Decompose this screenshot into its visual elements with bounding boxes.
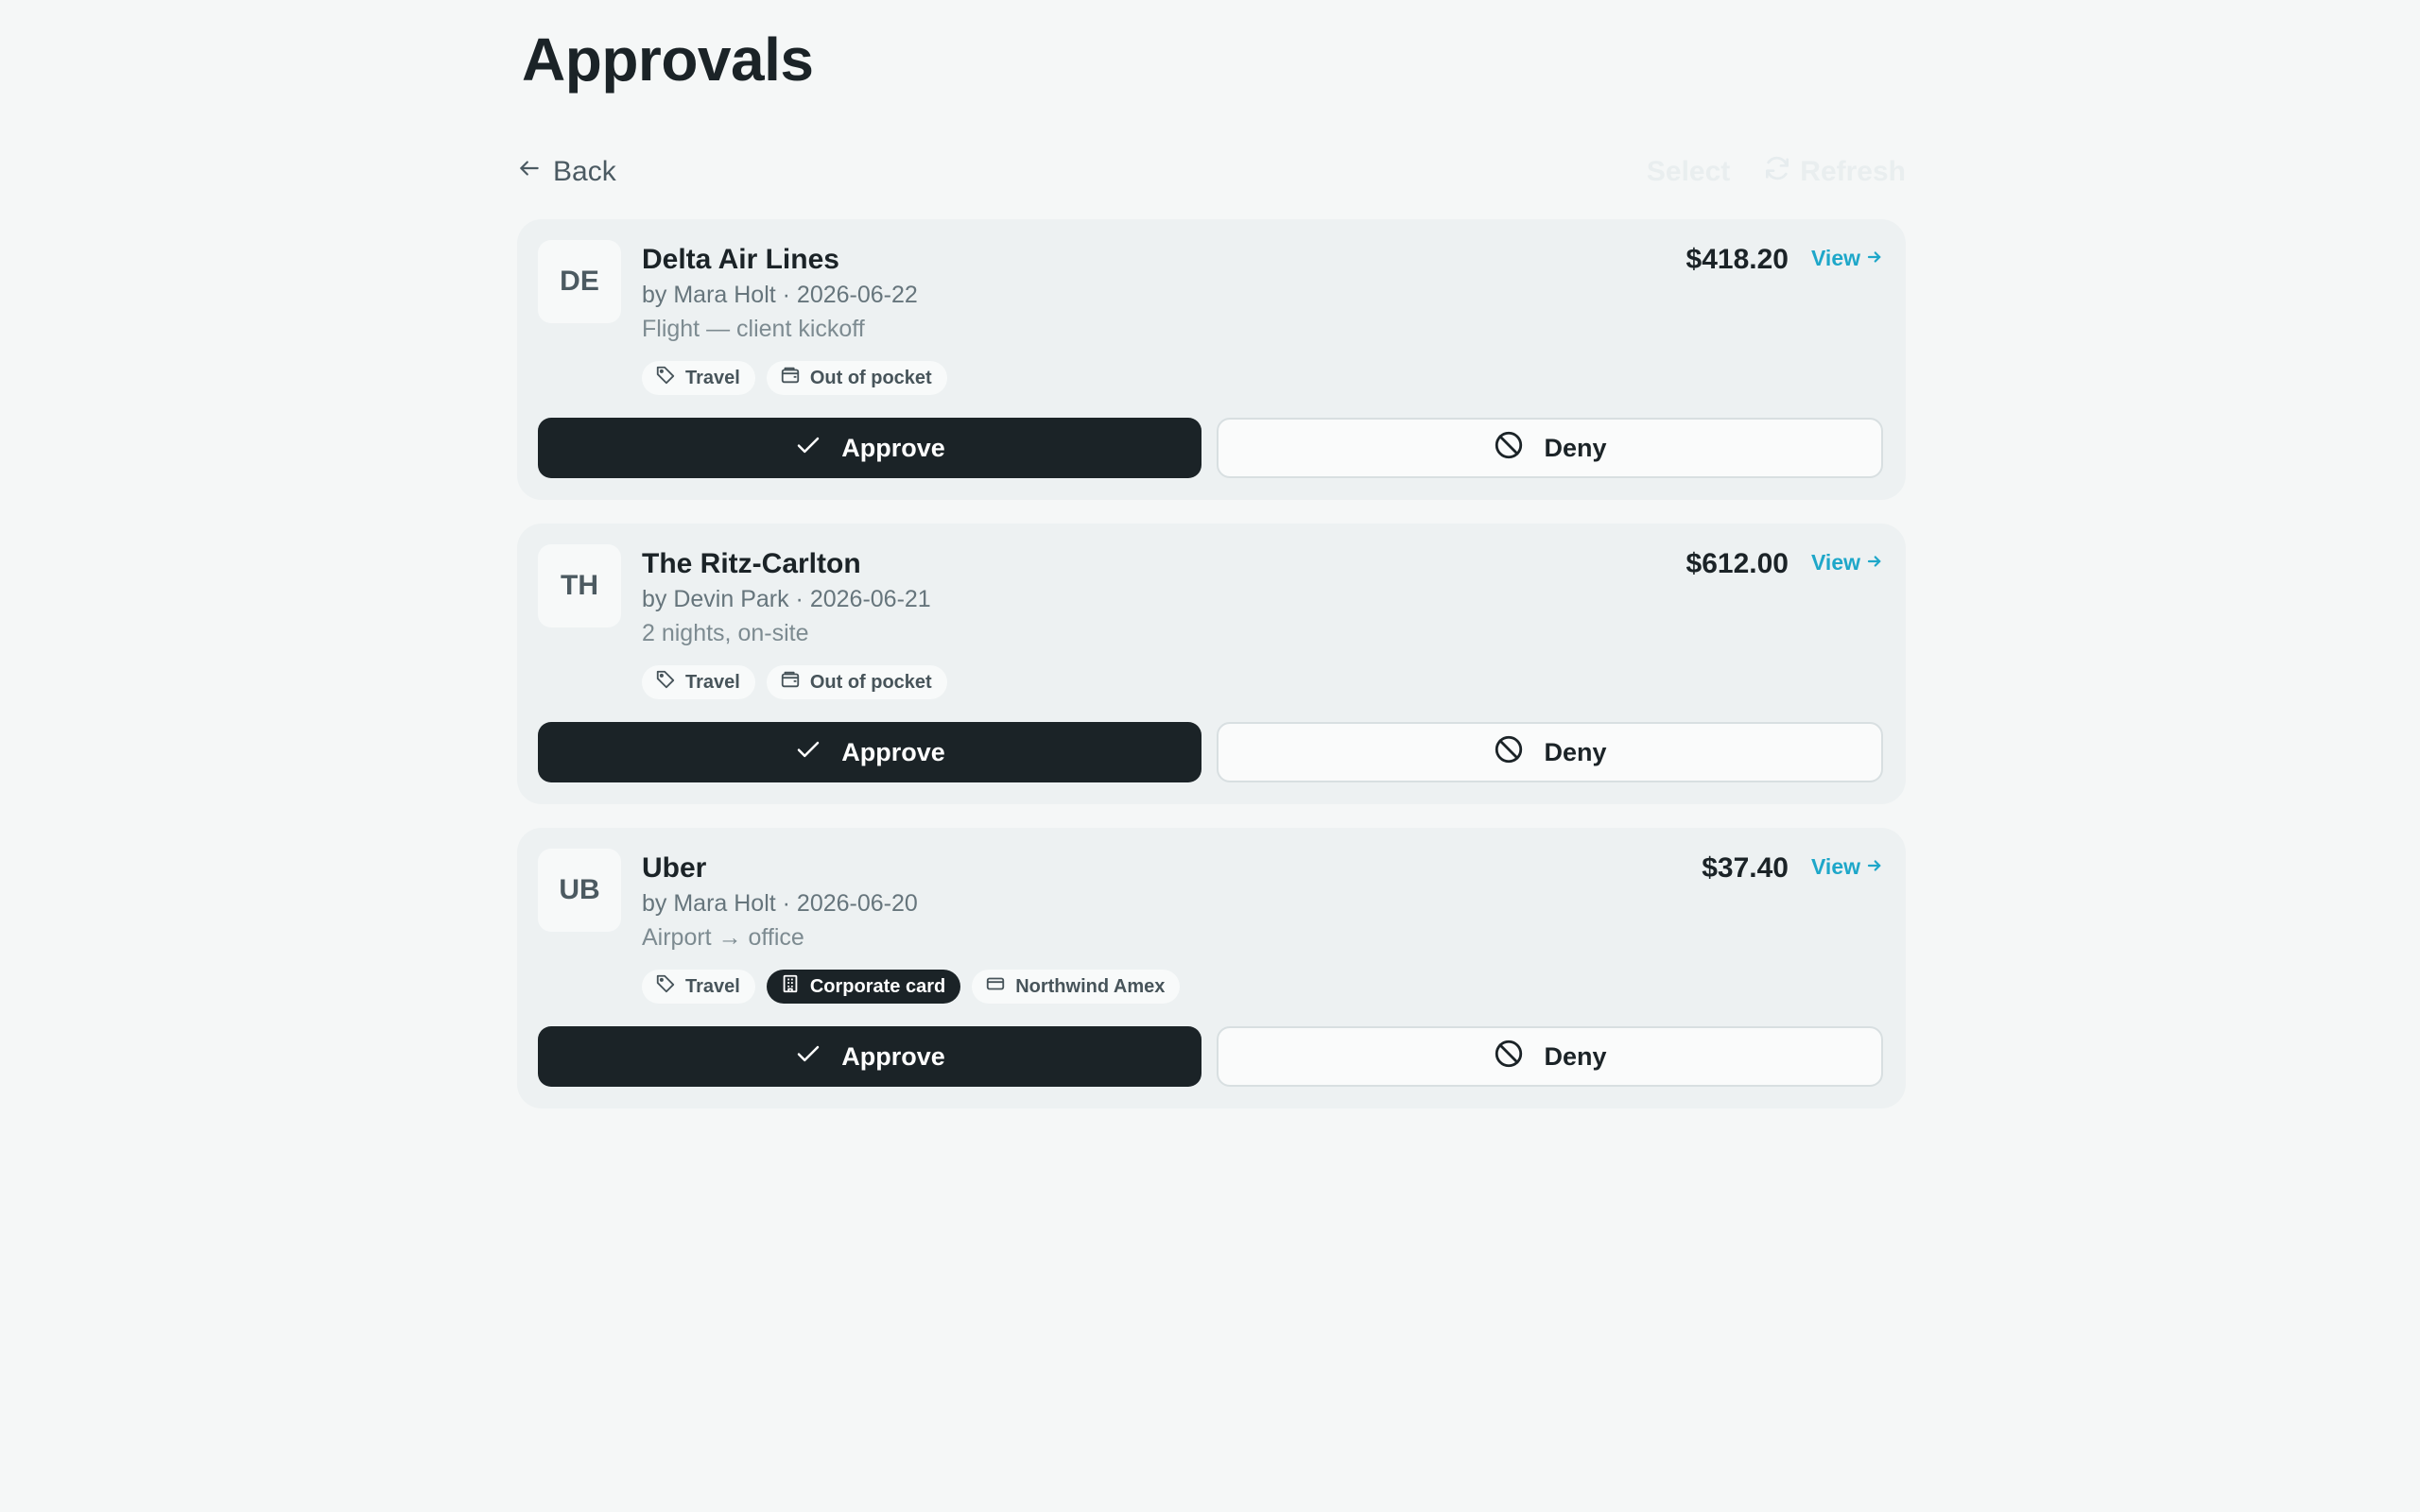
merchant-name: Delta Air Lines xyxy=(642,244,839,275)
merchant-name: The Ritz-Carlton xyxy=(642,548,861,579)
refresh-icon xyxy=(1762,153,1792,191)
expense-note: Airport → office xyxy=(642,924,804,951)
amount: $37.40 xyxy=(1702,852,1789,884)
amount: $418.20 xyxy=(1685,244,1789,275)
deny-label: Deny xyxy=(1544,1041,1607,1071)
arrow-right-icon xyxy=(1866,854,1883,880)
arrow-right-icon xyxy=(1866,550,1883,576)
approve-button[interactable]: Approve xyxy=(538,418,1201,478)
tag-icon xyxy=(655,365,676,391)
merchant-avatar: UB xyxy=(538,849,621,932)
expense-note: 2 nights, on-site xyxy=(642,620,809,646)
wallet-icon xyxy=(780,669,801,696)
approval-card: UB Uber by Mara Holt · 2026-06-20 Airpor… xyxy=(517,828,1906,1108)
tag-chip-active: Corporate card xyxy=(766,970,961,1004)
wallet-icon xyxy=(780,365,801,391)
back-button[interactable]: Back xyxy=(517,149,616,195)
tag-list: Travel Out of pocket xyxy=(642,361,947,395)
view-link[interactable]: View xyxy=(1811,550,1883,576)
arrow-left-icon xyxy=(517,156,542,188)
tag-chip: Out of pocket xyxy=(766,361,947,395)
tag-chip: Out of pocket xyxy=(766,665,947,699)
toolbar-actions: Select Refresh xyxy=(1647,149,1906,195)
tag-label: Northwind Amex xyxy=(1015,975,1166,997)
approve-button[interactable]: Approve xyxy=(538,722,1201,782)
tag-label: Travel xyxy=(685,367,740,388)
ban-icon xyxy=(1493,1038,1525,1076)
arrow-right-icon xyxy=(1866,246,1883,271)
view-label: View xyxy=(1811,550,1860,575)
tag-label: Travel xyxy=(685,671,740,693)
tag-icon xyxy=(655,973,676,1000)
approve-label: Approve xyxy=(841,1041,945,1071)
ban-icon xyxy=(1493,429,1525,468)
tag-list: Travel Out of pocket xyxy=(642,665,947,699)
tag-label: Out of pocket xyxy=(809,367,932,388)
deny-button[interactable]: Deny xyxy=(1217,418,1883,478)
tag-chip: Travel xyxy=(642,665,755,699)
approve-label: Approve xyxy=(841,433,945,462)
approval-card: DE Delta Air Lines by Mara Holt · 2026-0… xyxy=(517,219,1906,500)
deny-label: Deny xyxy=(1544,433,1607,462)
tag-chip: Travel xyxy=(642,361,755,395)
deny-label: Deny xyxy=(1544,737,1607,766)
page-title: Approvals xyxy=(522,26,814,94)
ban-icon xyxy=(1493,733,1525,772)
view-link[interactable]: View xyxy=(1811,246,1883,271)
credit-card-icon xyxy=(985,973,1006,1000)
merchant-name: Uber xyxy=(642,852,707,884)
approve-button[interactable]: Approve xyxy=(538,1026,1201,1087)
submitter-meta: by Mara Holt · 2026-06-20 xyxy=(642,890,918,917)
approve-label: Approve xyxy=(841,737,945,766)
tag-icon xyxy=(655,669,676,696)
check-icon xyxy=(794,1040,822,1074)
back-label: Back xyxy=(553,156,616,187)
expense-note: Flight — client kickoff xyxy=(642,316,865,342)
merchant-avatar: DE xyxy=(538,240,621,323)
check-icon xyxy=(794,431,822,466)
merchant-avatar: TH xyxy=(538,544,621,627)
view-label: View xyxy=(1811,854,1860,879)
refresh-button[interactable]: Refresh xyxy=(1762,153,1906,191)
refresh-label: Refresh xyxy=(1800,156,1906,187)
toolbar: Back Select Refresh xyxy=(517,149,1906,195)
select-button[interactable]: Select xyxy=(1647,156,1730,188)
submitter-meta: by Devin Park · 2026-06-21 xyxy=(642,586,931,612)
tag-label: Out of pocket xyxy=(809,671,932,693)
amount: $612.00 xyxy=(1685,548,1789,579)
approval-card: TH The Ritz-Carlton by Devin Park · 2026… xyxy=(517,524,1906,804)
check-icon xyxy=(794,735,822,770)
tag-chip: Travel xyxy=(642,970,755,1004)
submitter-meta: by Mara Holt · 2026-06-22 xyxy=(642,282,918,308)
tag-label: Travel xyxy=(685,975,740,997)
building-icon xyxy=(780,973,801,1000)
view-label: View xyxy=(1811,246,1860,270)
deny-button[interactable]: Deny xyxy=(1217,722,1883,782)
deny-button[interactable]: Deny xyxy=(1217,1026,1883,1087)
tag-chip: Northwind Amex xyxy=(972,970,1181,1004)
tag-list: Travel Corporate card Northwind Amex xyxy=(642,970,1181,1004)
tag-label: Corporate card xyxy=(809,975,946,997)
view-link[interactable]: View xyxy=(1811,854,1883,880)
